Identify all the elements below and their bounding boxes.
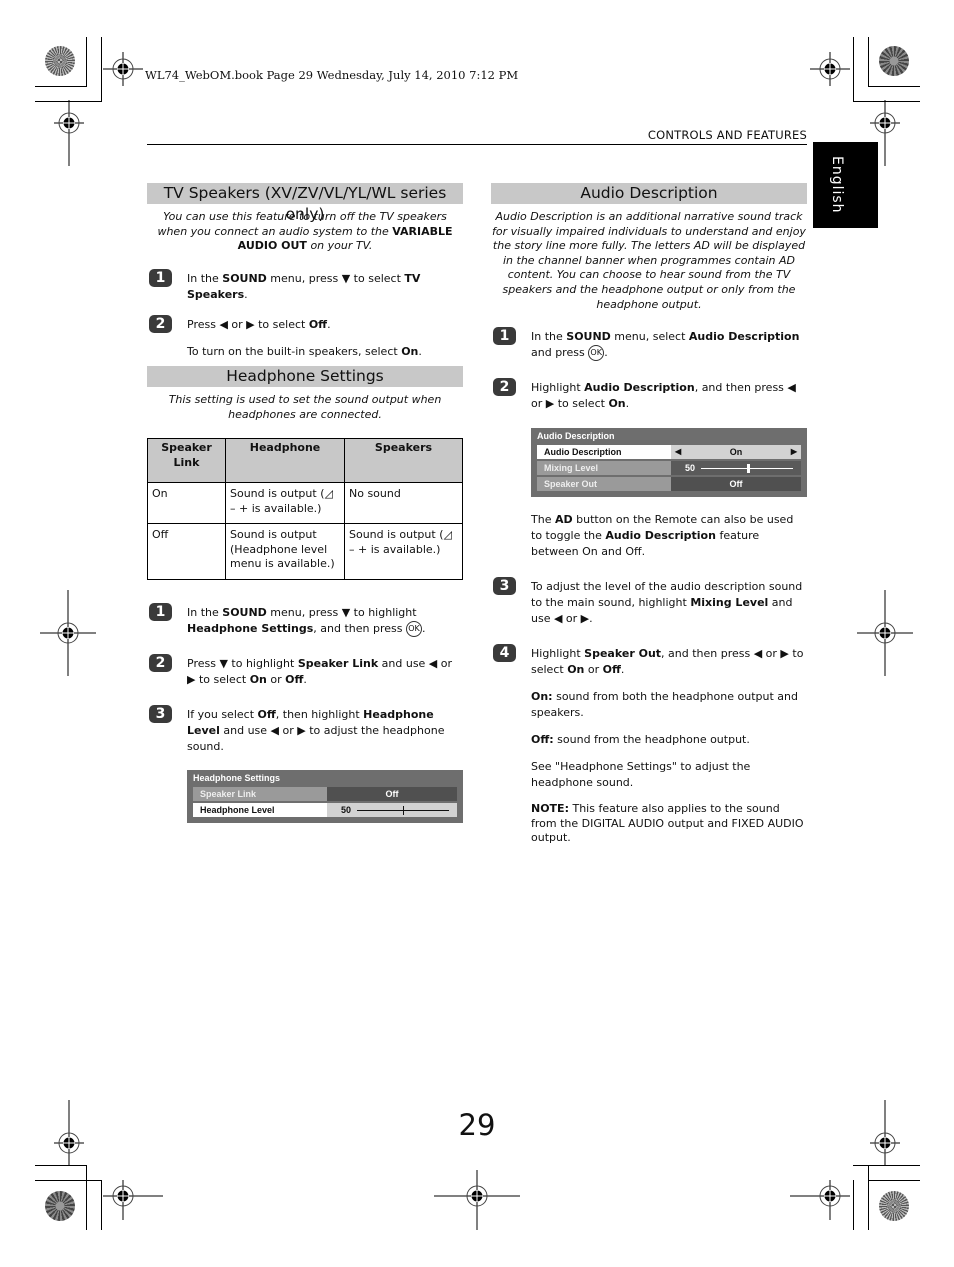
step-number-badge: 1	[149, 602, 172, 621]
osd-row-speaker-link: Speaker Link Off	[193, 786, 457, 801]
section-intro: This setting is used to set the sound ou…	[168, 393, 442, 421]
headphone-settings-osd: Headphone Settings Speaker Link Off Head…	[187, 769, 463, 823]
note-text: To turn on the built-in speakers, select…	[187, 344, 422, 358]
speaker-link-table: Speaker Link Headphone Speakers On Sound…	[147, 438, 463, 580]
registration-mark-icon	[857, 590, 913, 676]
registration-mark-icon	[434, 1170, 520, 1230]
osd-label: Speaker Link	[193, 786, 327, 801]
step-number-badge: 4	[493, 644, 516, 663]
step: 3 If you select Off, then highlight Head…	[147, 704, 463, 755]
step-number-badge: 2	[149, 653, 172, 672]
osd-label: Mixing Level	[537, 461, 671, 476]
osd-row-mixing-level: Mixing Level 50	[537, 461, 801, 476]
section-title: TV Speakers (XV/ZV/VL/YL/WL series only)	[147, 183, 463, 223]
registration-mark-icon	[103, 52, 143, 86]
table-row: On Sound is output (◿ – + is available.)…	[147, 482, 463, 525]
color-rosette-icon	[45, 46, 75, 76]
audio-description-osd: Audio Description Audio Description ◀ On…	[531, 428, 807, 498]
section-intro: You can use this feature to turn off the…	[157, 210, 453, 253]
osd-title: Headphone Settings	[193, 772, 281, 783]
step-number-badge: 2	[149, 314, 172, 333]
step: 1 In the SOUND menu, press ▼ to highligh…	[147, 602, 463, 637]
step-number-badge: 2	[493, 378, 516, 397]
color-rosette-icon	[45, 1191, 75, 1221]
headphone-settings-section: Headphone Settings This setting is used …	[147, 366, 463, 823]
ok-button-icon: OK	[588, 345, 605, 362]
section-header: CONTROLS AND FEATURES	[647, 128, 807, 142]
registration-mark-icon	[54, 100, 84, 166]
color-rosette-icon	[879, 46, 909, 76]
print-slug: WL74_WebOM.book Page 29 Wednesday, July …	[145, 68, 519, 82]
off-note: Off: sound from the headphone output.	[531, 733, 750, 747]
slider-knob	[747, 464, 750, 474]
osd-slider: 50	[671, 461, 801, 476]
step: 2 Highlight Audio Description, and then …	[491, 378, 807, 412]
registration-mark-icon	[103, 1180, 163, 1220]
osd-title: Audio Description	[537, 431, 615, 442]
table-cell: No sound	[344, 482, 463, 525]
table-cell: Sound is output (◿ – + is available.)	[225, 482, 345, 525]
color-rosette-icon	[879, 1191, 909, 1221]
page-number: 29	[458, 1108, 496, 1142]
osd-value: Off	[671, 477, 801, 492]
on-note: On: sound from both the headphone output…	[531, 690, 798, 720]
step: 2 Press ◀ or ▶ to select Off.	[147, 314, 463, 333]
column-header: Headphone	[225, 438, 345, 484]
slider-knob	[403, 805, 404, 815]
osd-value: ◀ On ▶	[671, 445, 801, 460]
section-title: Headphone Settings	[147, 366, 463, 387]
table-cell: On	[147, 482, 226, 525]
language-tab-label: English	[829, 156, 845, 214]
osd-slider-value: 50	[341, 804, 352, 815]
osd-row-speaker-out: Speaker Out Off	[537, 477, 801, 492]
language-tab: English	[813, 142, 878, 228]
table-cell: Off	[147, 523, 226, 580]
step-number-badge: 3	[493, 577, 516, 596]
osd-label: Audio Description	[537, 445, 671, 460]
registration-mark-icon	[40, 590, 96, 676]
header-rule	[147, 144, 807, 145]
right-arrow-icon: ▶	[790, 447, 797, 457]
step: 4 Highlight Speaker Out, and then press …	[491, 644, 807, 678]
osd-slider: 50	[327, 802, 457, 817]
column-header: Speaker Link	[147, 438, 226, 484]
step-number-badge: 1	[493, 327, 516, 346]
table-row: Off Sound is output (Headphone level men…	[147, 523, 463, 580]
registration-mark-icon	[790, 1180, 850, 1220]
final-note: NOTE: This feature also applies to the s…	[531, 802, 804, 845]
osd-row-headphone-level: Headphone Level 50	[193, 802, 457, 817]
table-cell: Sound is output (Headphone level menu is…	[225, 523, 345, 580]
osd-value: Off	[327, 786, 457, 801]
section-title: Audio Description	[491, 183, 807, 204]
section-intro: Audio Description is an additional narra…	[492, 210, 806, 311]
step: 3 To adjust the level of the audio descr…	[491, 577, 807, 627]
step-number-badge: 3	[149, 704, 172, 723]
registration-mark-icon	[810, 52, 850, 86]
table-header-row: Speaker Link Headphone Speakers	[147, 438, 463, 484]
osd-label: Speaker Out	[537, 477, 671, 492]
tv-speakers-section: TV Speakers (XV/ZV/VL/YL/WL series only)…	[147, 183, 463, 360]
osd-row-audio-description: Audio Description ◀ On ▶	[537, 445, 801, 460]
osd-label: Headphone Level	[193, 802, 327, 817]
column-header: Speakers	[344, 438, 463, 484]
step: 1 In the SOUND menu, select Audio Descri…	[491, 327, 807, 362]
step-number-badge: 1	[149, 268, 172, 287]
left-arrow-icon: ◀	[675, 447, 682, 457]
ad-button-note: The AD button on the Remote can also be …	[531, 513, 794, 559]
step: 2 Press ▼ to highlight Speaker Link and …	[147, 653, 463, 688]
osd-slider-value: 50	[685, 463, 696, 474]
see-note: See "Headphone Settings" to adjust the h…	[531, 760, 751, 790]
ok-button-icon: OK	[405, 620, 422, 637]
step: 1 In the SOUND menu, press ▼ to select T…	[147, 268, 463, 303]
table-cell: Sound is output (◿ – + is available.)	[344, 523, 463, 580]
audio-description-section: Audio Description Audio Description is a…	[491, 183, 807, 846]
